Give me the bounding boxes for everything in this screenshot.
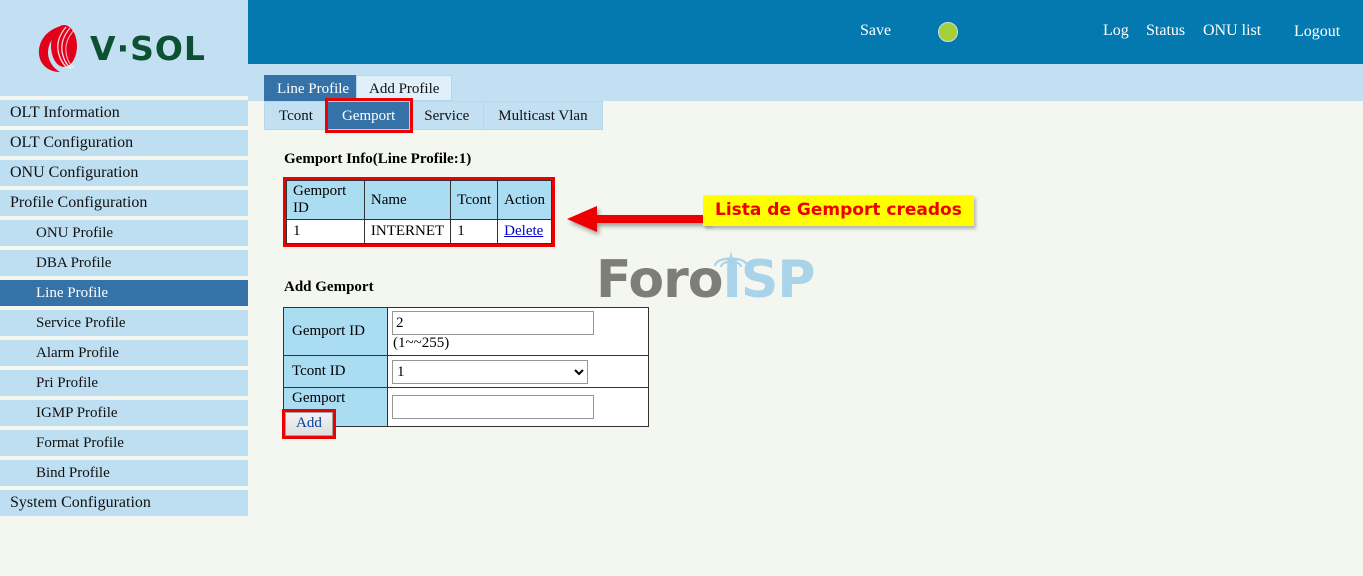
sidebar: V·SOL OLT Information OLT Configuration … [0, 0, 248, 576]
sidebar-item-system-configuration[interactable]: System Configuration [0, 490, 248, 516]
column-header-gemport-id: Gemport ID [286, 180, 365, 220]
sidebar-item-profile-configuration[interactable]: Profile Configuration [0, 190, 248, 216]
gemport-name-input[interactable] [392, 395, 594, 419]
primary-tab-bar: Line Profile Add Profile [248, 64, 1363, 101]
sidebar-item-service-profile[interactable]: Service Profile [0, 310, 248, 336]
label-tcont-id: Tcont ID [283, 355, 388, 388]
sidebar-item-onu-configuration[interactable]: ONU Configuration [0, 160, 248, 186]
sidebar-item-olt-configuration[interactable]: OLT Configuration [0, 130, 248, 156]
label-gemport-id: Gemport ID [283, 307, 388, 356]
green-status-circle-icon [938, 22, 958, 42]
tab-multicast-vlan[interactable]: Multicast Vlan [484, 101, 603, 130]
column-header-name: Name [363, 180, 452, 220]
table-header-row: Gemport ID Name Tcont Action [286, 180, 552, 220]
tab-line-profile[interactable]: Line Profile [264, 75, 363, 101]
onu-list-link[interactable]: ONU list [1203, 22, 1261, 40]
sidebar-item-dba-profile[interactable]: DBA Profile [0, 250, 248, 276]
brand-logo-area: V·SOL [0, 0, 248, 96]
field-tcont-id: 1 [387, 355, 649, 388]
status-link[interactable]: Status [1146, 22, 1185, 40]
sidebar-item-bind-profile[interactable]: Bind Profile [0, 460, 248, 486]
form-row-gemport-id: Gemport ID (1~~255) [283, 307, 649, 356]
column-header-tcont: Tcont [450, 180, 499, 220]
antenna-tower-icon [713, 251, 749, 270]
field-gemport-id: (1~~255) [387, 307, 649, 356]
gemport-id-input[interactable] [392, 311, 594, 335]
tab-tcont[interactable]: Tcont [264, 101, 328, 130]
sidebar-item-onu-profile[interactable]: ONU Profile [0, 220, 248, 246]
column-header-action: Action [497, 180, 552, 220]
tab-service[interactable]: Service [410, 101, 485, 130]
sidebar-item-olt-information[interactable]: OLT Information [0, 100, 248, 126]
vsol-flame-logo-icon [36, 22, 84, 74]
cell-action: Delete [497, 219, 552, 244]
brand-name: V·SOL [90, 28, 206, 68]
annotation-label: Lista de Gemport creados [703, 195, 974, 226]
main-content: Line Profile Add Profile Tcont Gemport S… [248, 64, 1363, 576]
sidebar-item-pri-profile[interactable]: Pri Profile [0, 370, 248, 396]
gemport-info-title: Gemport Info(Line Profile:1) [284, 151, 472, 167]
sidebar-item-alarm-profile[interactable]: Alarm Profile [0, 340, 248, 366]
logout-link[interactable]: Logout [1294, 23, 1340, 41]
log-link[interactable]: Log [1103, 22, 1129, 40]
tcont-id-select[interactable]: 1 [392, 359, 588, 384]
secondary-tab-bar: Tcont Gemport Service Multicast Vlan [248, 98, 1363, 135]
tab-add-profile[interactable]: Add Profile [356, 75, 453, 101]
cell-gemport-id: 1 [286, 219, 365, 244]
delete-link[interactable]: Delete [504, 223, 543, 239]
add-button-highlight: Add [282, 409, 336, 439]
watermark-text-foro: Foro [596, 250, 724, 310]
cell-name: INTERNET [363, 219, 452, 244]
field-gemport-name [387, 387, 649, 427]
top-bar: Save Log Status ONU list Logout [248, 0, 1363, 64]
cell-tcont: 1 [450, 219, 499, 244]
form-row-tcont-id: Tcont ID 1 [283, 355, 649, 388]
left-arrow-annotation-icon [567, 206, 710, 232]
sidebar-item-igmp-profile[interactable]: IGMP Profile [0, 400, 248, 426]
gemport-info-table-highlight: Gemport ID Name Tcont Action 1 INTERNET … [283, 177, 555, 247]
page-root: V·SOL OLT Information OLT Configuration … [0, 0, 1363, 576]
sidebar-item-line-profile[interactable]: Line Profile [0, 280, 248, 306]
add-gemport-title: Add Gemport [284, 279, 374, 295]
table-row: 1 INTERNET 1 Delete [286, 219, 552, 244]
sidebar-nav: OLT Information OLT Configuration ONU Co… [0, 100, 248, 520]
sidebar-item-format-profile[interactable]: Format Profile [0, 430, 248, 456]
tab-gemport[interactable]: Gemport [324, 98, 414, 133]
gemport-id-range-hint: (1~~255) [393, 335, 450, 351]
gemport-info-table: Gemport ID Name Tcont Action 1 INTERNET … [286, 180, 552, 244]
add-gemport-form: Gemport ID (1~~255) Tcont ID 1 Gemport N… [283, 307, 649, 427]
save-button[interactable]: Save [860, 22, 891, 40]
form-row-gemport-name: Gemport Name [283, 387, 649, 427]
add-button[interactable]: Add [285, 412, 333, 436]
